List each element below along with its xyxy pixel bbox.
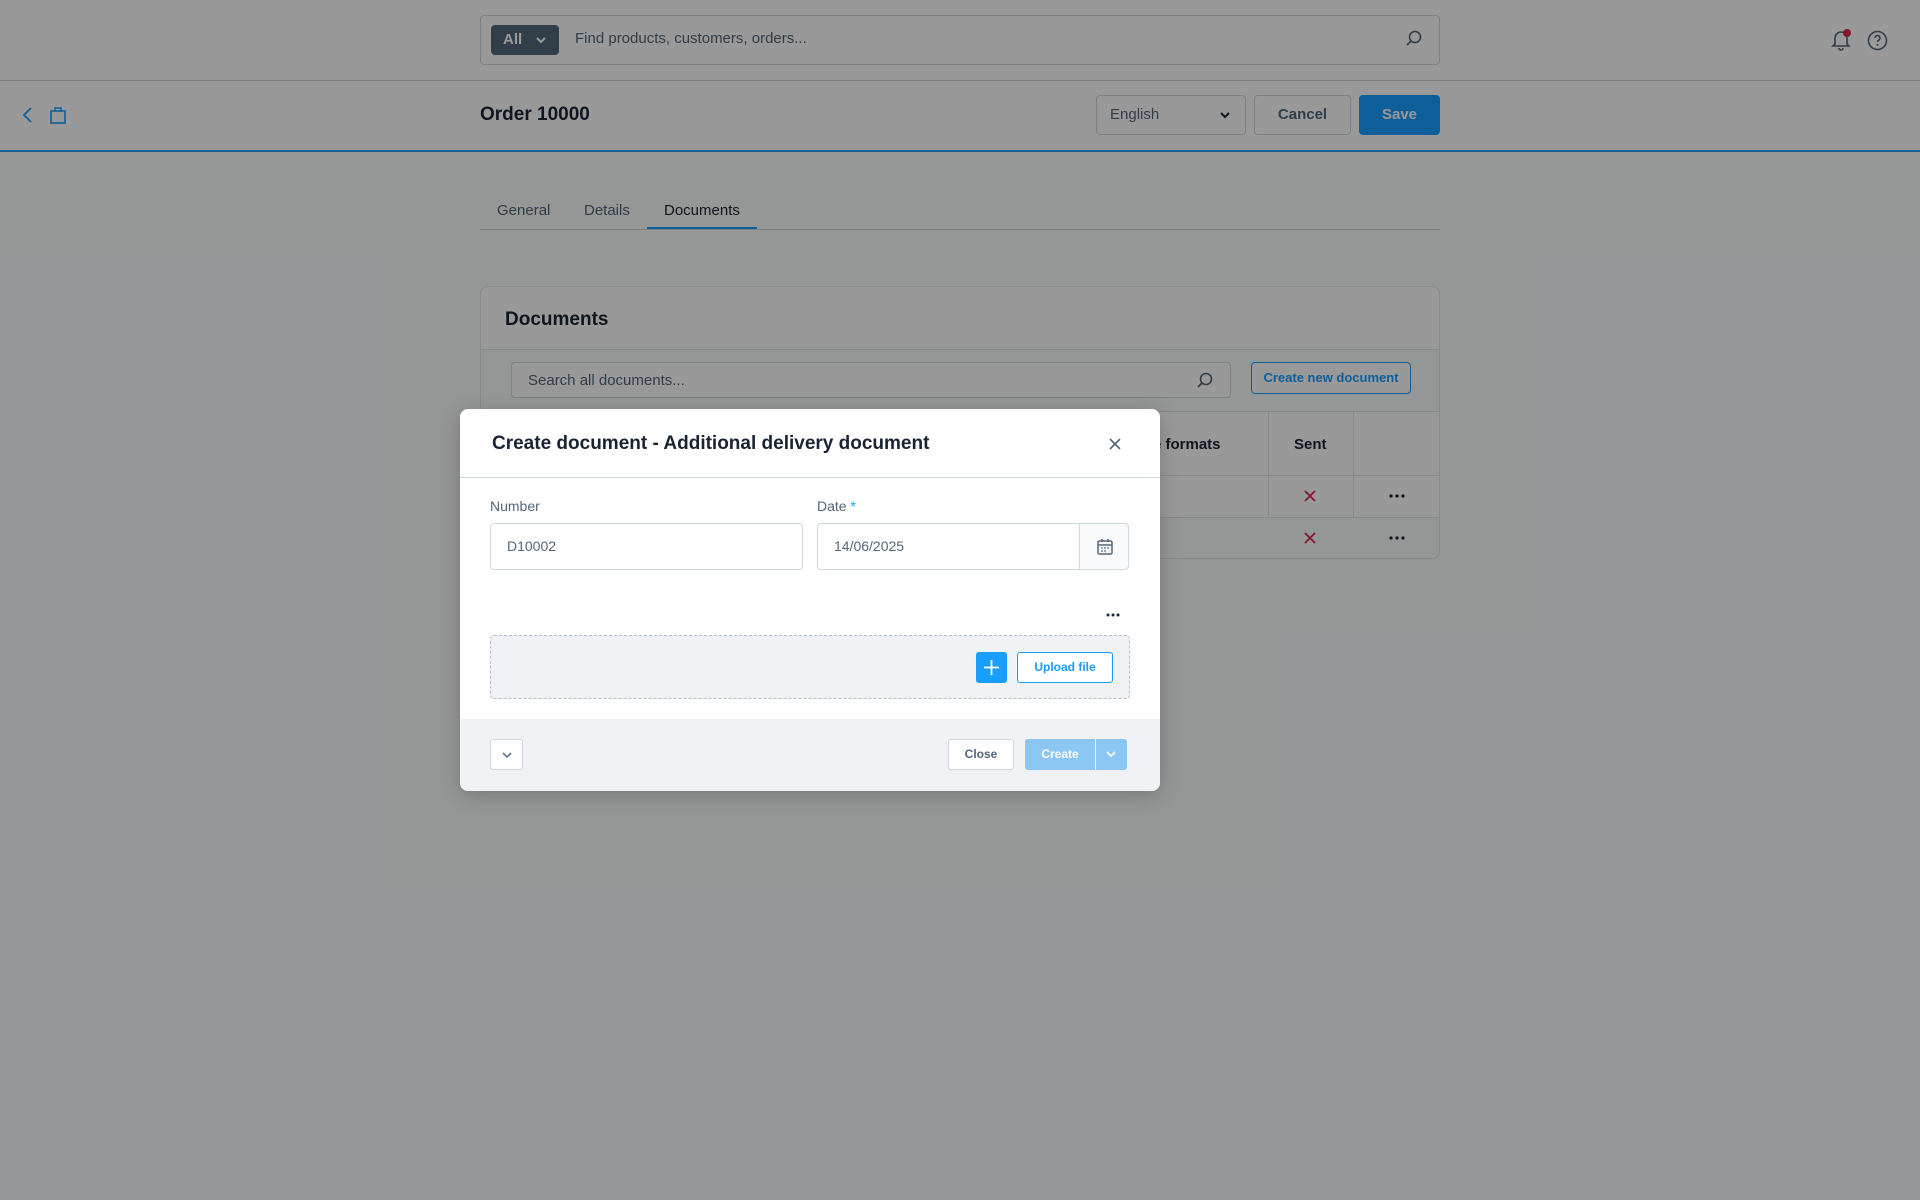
upload-file-button[interactable]: Upload file [1017, 652, 1113, 683]
collapse-button[interactable] [490, 739, 523, 770]
add-file-button[interactable] [976, 652, 1007, 683]
calendar-icon [1097, 539, 1113, 555]
number-field[interactable]: D10002 [490, 523, 803, 570]
date-label-wrap: Date * [817, 498, 856, 514]
more-icon[interactable] [1106, 613, 1120, 617]
number-label: Number [490, 498, 540, 514]
modal-footer: Close Create [460, 719, 1160, 791]
close-button[interactable]: Close [948, 739, 1014, 770]
date-field[interactable]: 14/06/2025 [817, 523, 1080, 570]
required-marker: * [850, 498, 856, 514]
create-options-button[interactable] [1096, 739, 1127, 770]
modal-title: Create document - Additional delivery do… [492, 433, 930, 454]
chevron-down-icon [502, 752, 512, 759]
plus-icon [984, 660, 999, 675]
date-label: Date [817, 498, 847, 514]
file-dropzone[interactable]: Upload file [490, 635, 1130, 699]
create-button[interactable]: Create [1025, 739, 1095, 770]
close-icon[interactable] [1108, 437, 1122, 451]
date-picker-button[interactable] [1079, 523, 1129, 570]
modal-header: Create document - Additional delivery do… [460, 409, 1160, 478]
chevron-down-icon [1106, 751, 1116, 758]
create-document-modal: Create document - Additional delivery do… [460, 409, 1160, 791]
